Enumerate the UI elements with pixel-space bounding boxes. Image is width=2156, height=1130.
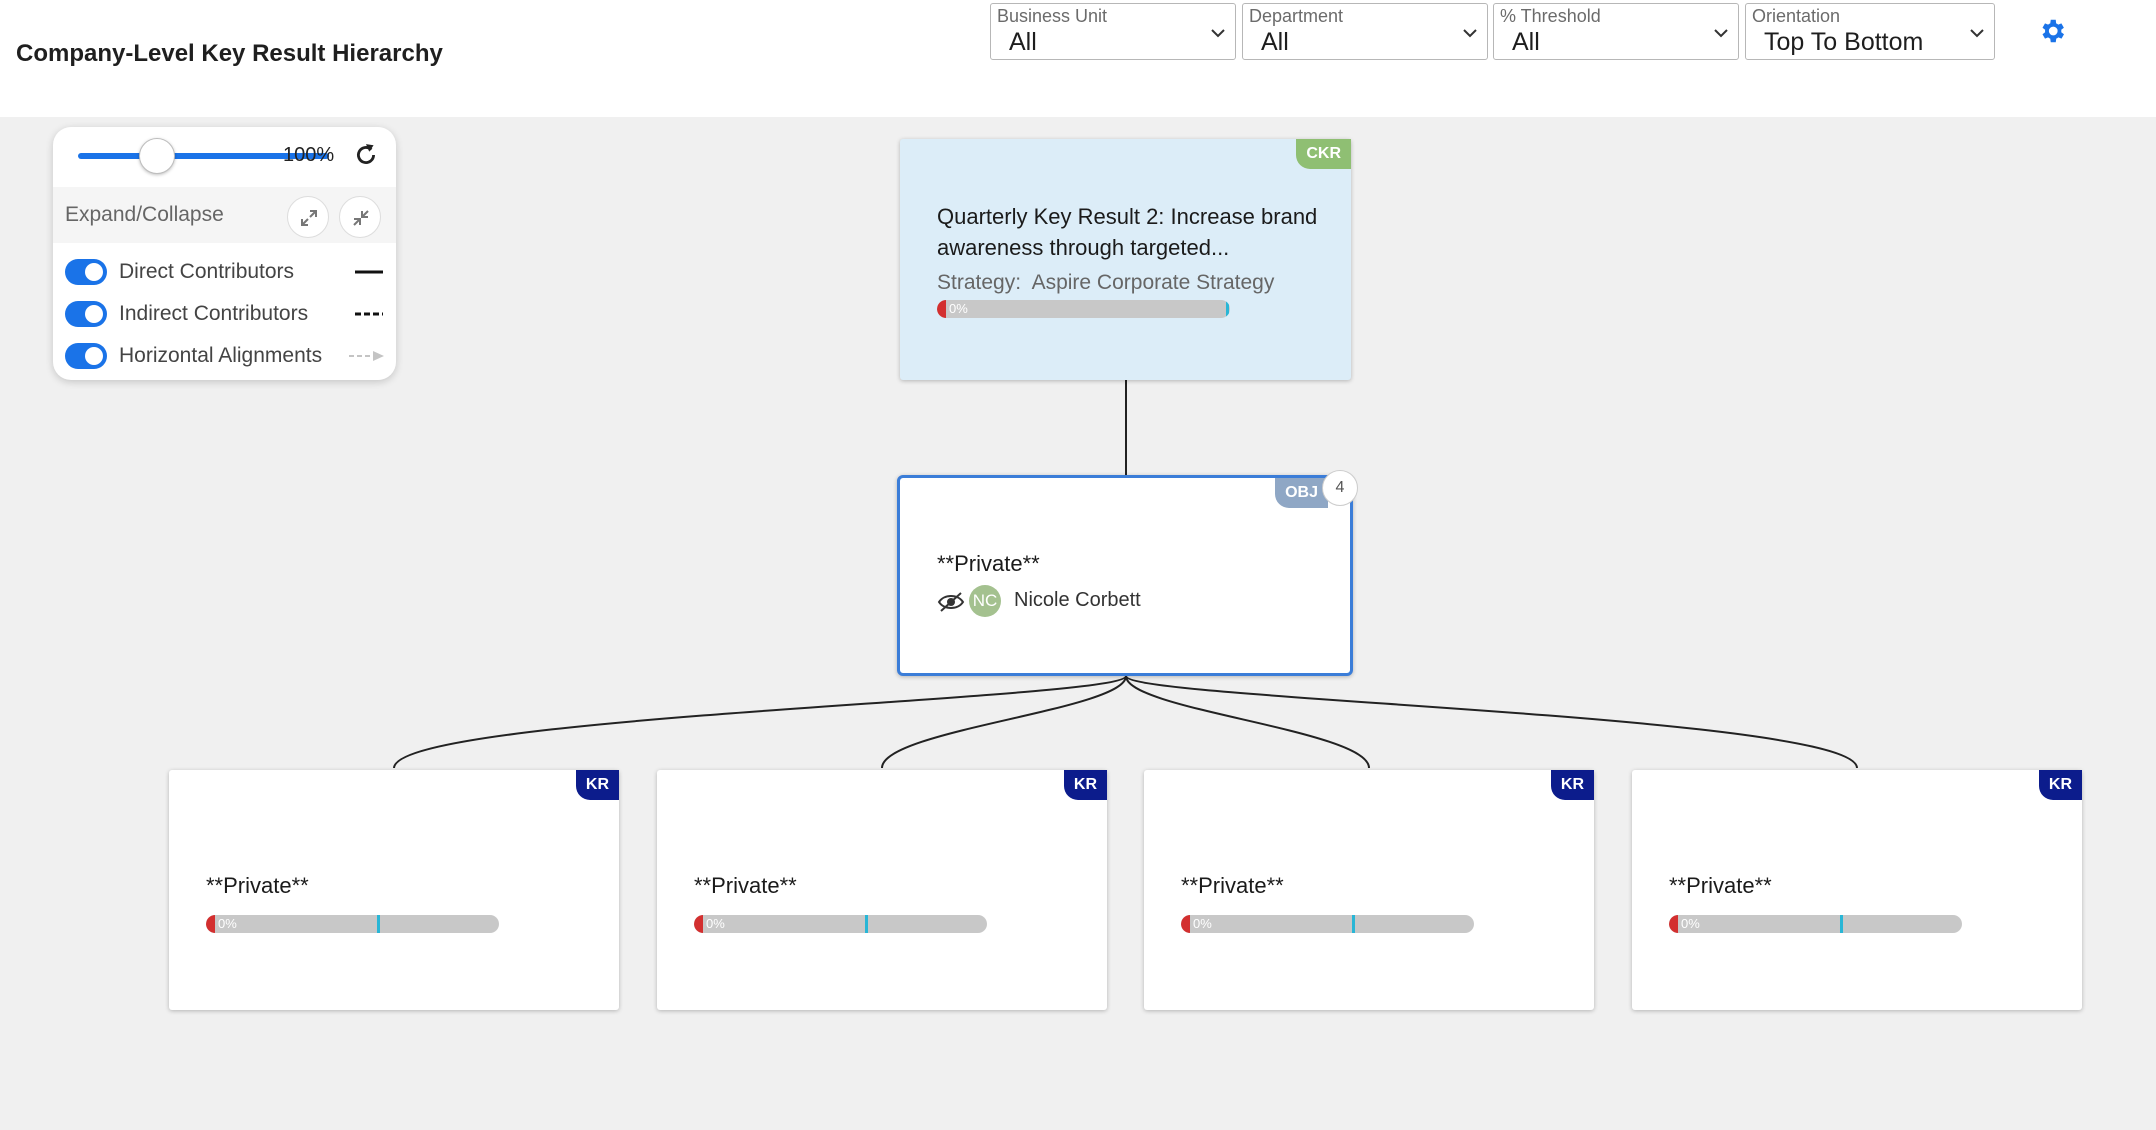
connector-obj-kr1 xyxy=(393,675,1127,769)
kr-progress-bar: 0% xyxy=(206,915,499,933)
kr-progress-bar: 0% xyxy=(1669,915,1962,933)
progress-target-marker xyxy=(377,915,380,933)
progress-percent: 0% xyxy=(949,301,968,316)
toggle-row-direct: Direct Contributors xyxy=(65,257,385,287)
progress-fill xyxy=(937,300,946,318)
ckr-badge: CKR xyxy=(1296,139,1351,169)
solid-line-legend-icon xyxy=(355,270,383,274)
kr-badge: KR xyxy=(575,770,619,800)
toggle-row-indirect: Indirect Contributors xyxy=(65,299,385,329)
view-controls-panel: 100% Expand/Collapse Direct Contributors xyxy=(53,127,396,380)
kr-node[interactable]: KR **Private** 0% xyxy=(1144,770,1594,1010)
progress-target-marker xyxy=(865,915,868,933)
progress-target-marker xyxy=(1226,300,1229,318)
kr-node[interactable]: KR **Private** 0% xyxy=(169,770,619,1010)
strategy-value: Aspire Corporate Strategy xyxy=(1031,271,1275,294)
avatar: NC xyxy=(969,585,1001,617)
kr-progress-bar: 0% xyxy=(1181,915,1474,933)
kr-badge: KR xyxy=(1063,770,1107,800)
horizontal-alignments-toggle[interactable] xyxy=(65,343,107,369)
ckr-title: Quarterly Key Result 2: Increase brand a… xyxy=(937,201,1317,263)
zoom-slider-thumb[interactable] xyxy=(139,138,175,174)
direct-contributors-toggle[interactable] xyxy=(65,259,107,285)
kr-progress-bar: 0% xyxy=(694,915,987,933)
connector-obj-kr2 xyxy=(881,675,1127,769)
zoom-value: 100% xyxy=(283,144,335,166)
expand-icon xyxy=(301,210,317,226)
indirect-contributors-label: Indirect Contributors xyxy=(119,302,309,325)
kr-badge: KR xyxy=(2038,770,2082,800)
obj-title: **Private** xyxy=(937,551,1040,576)
connector-obj-kr4 xyxy=(1125,675,1858,769)
toggle-row-horizontal: Horizontal Alignments xyxy=(65,341,385,371)
progress-percent: 0% xyxy=(1193,916,1212,931)
owner-name: Nicole Corbett xyxy=(1014,589,1141,611)
expand-all-button[interactable] xyxy=(287,196,329,238)
direct-contributors-label: Direct Contributors xyxy=(119,260,295,283)
child-count-badge[interactable]: 4 xyxy=(1322,470,1358,506)
horizontal-alignments-label: Horizontal Alignments xyxy=(119,344,323,367)
dashed-line-legend-icon xyxy=(355,312,383,316)
collapse-all-button[interactable] xyxy=(339,196,381,238)
eye-slash-icon xyxy=(937,592,965,612)
expand-collapse-row: Expand/Collapse xyxy=(53,187,396,243)
objective-node[interactable]: OBJ 4 **Private** NC Nicole Corbett xyxy=(897,470,1358,676)
ckr-node[interactable]: CKR Quarterly Key Result 2: Increase bra… xyxy=(900,139,1351,380)
progress-target-marker xyxy=(1352,915,1355,933)
strategy-label: Strategy: xyxy=(937,271,1022,294)
kr-badge: KR xyxy=(1550,770,1594,800)
ckr-progress-bar: 0% xyxy=(937,300,1230,318)
expand-collapse-label: Expand/Collapse xyxy=(65,203,224,226)
kr-node[interactable]: KR **Private** 0% xyxy=(1632,770,2082,1010)
ckr-strategy: Strategy: Aspire Corporate Strategy xyxy=(937,271,1274,295)
connector-obj-kr3 xyxy=(1125,675,1370,769)
progress-fill xyxy=(1181,915,1190,933)
obj-badge: OBJ xyxy=(1275,478,1328,508)
progress-fill xyxy=(694,915,703,933)
progress-target-marker xyxy=(1840,915,1843,933)
progress-percent: 0% xyxy=(1681,916,1700,931)
kr-title: **Private** xyxy=(206,873,309,898)
indirect-contributors-toggle[interactable] xyxy=(65,301,107,327)
collapse-icon xyxy=(353,210,369,226)
arrow-legend-icon xyxy=(349,351,384,361)
kr-title: **Private** xyxy=(1181,873,1284,898)
kr-node[interactable]: KR **Private** 0% xyxy=(657,770,1107,1010)
progress-fill xyxy=(1669,915,1678,933)
progress-fill xyxy=(206,915,215,933)
progress-percent: 0% xyxy=(706,916,725,931)
kr-title: **Private** xyxy=(694,873,797,898)
ckr-title-line-1: Quarterly Key Result 2: Increase brand xyxy=(937,204,1318,229)
reset-icon[interactable] xyxy=(353,142,379,168)
kr-title: **Private** xyxy=(1669,873,1772,898)
progress-percent: 0% xyxy=(218,916,237,931)
ckr-title-line-2: awareness through targeted... xyxy=(937,235,1230,260)
